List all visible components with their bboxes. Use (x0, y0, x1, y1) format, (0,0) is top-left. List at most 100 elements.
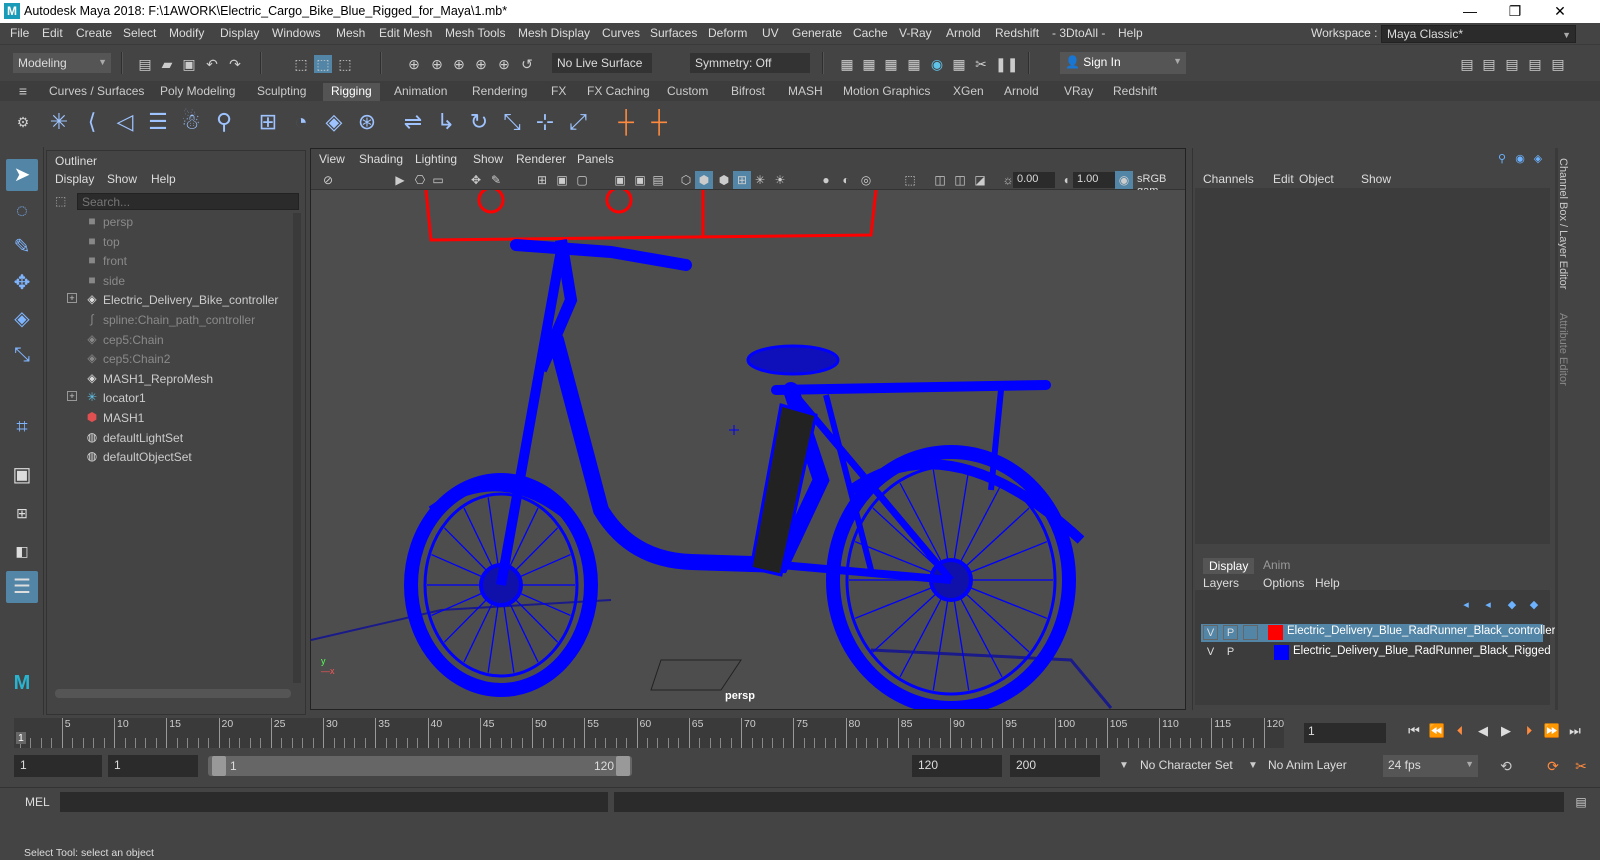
viewport-menu-renderer[interactable]: Renderer (516, 152, 566, 166)
outliner-item[interactable]: ■ persp (47, 213, 287, 232)
outliner-hscrollbar[interactable] (55, 689, 291, 698)
tab-bifrost[interactable]: Bifrost (731, 83, 765, 101)
viewport-menu-shading[interactable]: Shading (359, 152, 403, 166)
tab-mash[interactable]: MASH (788, 83, 823, 101)
viewport-menu-lighting[interactable]: Lighting (415, 152, 457, 166)
layer-editor-toggle-icon[interactable]: ▤ (1549, 55, 1567, 73)
outliner-layout-icon[interactable]: ☰ (6, 571, 38, 603)
menu-help[interactable]: Help (1118, 26, 1143, 40)
paint-select-tool-icon[interactable]: ✎ (6, 231, 38, 263)
panel-splitter[interactable] (1555, 148, 1558, 710)
render-frame-icon[interactable]: ▦ (860, 55, 878, 73)
outliner-item[interactable]: ■ front (47, 252, 287, 271)
range-bar[interactable]: 1 120 (208, 756, 632, 776)
layer-row[interactable]: V P Electric_Delivery_Blue_RadRunner_Bla… (1201, 644, 1551, 662)
new-layer-selected-icon[interactable]: ◆ (1525, 596, 1543, 614)
tab-fx-caching[interactable]: FX Caching (587, 83, 650, 101)
color-management-icon[interactable]: ◉ (1115, 171, 1133, 189)
outliner-item[interactable]: ◍ defaultLightSet (47, 429, 287, 448)
snap-pivot-icon[interactable]: ↺ (518, 55, 536, 73)
menu-modify[interactable]: Modify (169, 26, 204, 40)
safe-title-icon[interactable]: ▣ (631, 171, 649, 189)
blend-shape-icon[interactable]: ◔ (286, 107, 316, 137)
outliner-item[interactable]: ◈ MASH1_ReproMesh (47, 370, 287, 389)
layer-visibility-toggle[interactable]: V (1203, 645, 1218, 660)
tool-settings-icon[interactable]: ◈ (1529, 150, 1547, 168)
layer-color-swatch[interactable] (1268, 625, 1283, 640)
snap-surface-icon[interactable]: ⊕ (495, 55, 513, 73)
grease-pencil-icon[interactable]: ✎ (487, 171, 505, 189)
playback-end-field[interactable]: 120 (912, 755, 1002, 777)
xray-joints-icon[interactable]: ◫ (951, 171, 969, 189)
menu-file[interactable]: File (10, 26, 29, 40)
outliner-item[interactable]: ⬢ MASH1 (47, 409, 287, 428)
script-editor-icon[interactable]: ▤ (1572, 793, 1590, 811)
resolution-gate-icon[interactable]: ▢ (573, 171, 591, 189)
symmetry-dropdown[interactable]: Symmetry: Off (690, 53, 810, 73)
tool-settings-toggle-icon[interactable]: ▤ (1503, 55, 1521, 73)
wireframe-on-shaded-icon[interactable]: ⬢ (715, 171, 733, 189)
snap-curve-icon[interactable]: ⊕ (428, 55, 446, 73)
menu-mesh-display[interactable]: Mesh Display (518, 26, 590, 40)
wireframe-icon[interactable]: ⬡ (677, 171, 695, 189)
exposure-field[interactable]: 0.00 (1013, 172, 1055, 188)
move-layer-down-icon[interactable]: ◂ (1479, 596, 1497, 614)
tab-curves-surfaces[interactable]: Curves / Surfaces (49, 83, 144, 101)
outliner-menu-help[interactable]: Help (151, 172, 176, 186)
four-view-layout-icon[interactable]: ⊞ (6, 497, 38, 529)
hypershade-icon[interactable]: ◉ (928, 55, 946, 73)
field-chart-icon[interactable]: ▤ (649, 171, 667, 189)
channel-box-toggle-icon[interactable]: ▤ (1526, 55, 1544, 73)
open-scene-icon[interactable]: ▰ (158, 55, 176, 73)
expand-icon[interactable]: + (67, 293, 77, 304)
tab-motion-graphics[interactable]: Motion Graphics (843, 83, 930, 101)
layer-color-swatch[interactable] (1274, 645, 1289, 660)
command-input[interactable] (60, 792, 608, 812)
menu-vray[interactable]: V-Ray (899, 26, 932, 40)
tab-display[interactable]: Display (1203, 558, 1255, 574)
grid-icon[interactable]: ⊞ (533, 171, 551, 189)
step-forward-key-icon[interactable]: ⏩ (1543, 722, 1561, 740)
snap-point-icon[interactable]: ⊕ (450, 55, 468, 73)
layer-row[interactable]: V P Electric_Delivery_Blue_RadRunner_Bla… (1201, 624, 1561, 642)
film-gate-icon[interactable]: ▣ (553, 171, 571, 189)
ipr-render-icon[interactable]: ▦ (882, 55, 900, 73)
single-perspective-layout-icon[interactable]: ▣ (6, 459, 38, 491)
step-back-frame-icon[interactable]: ⏴ (1451, 722, 1469, 740)
menu-surfaces[interactable]: Surfaces (650, 26, 697, 40)
loop-icon[interactable]: ⟲ (1497, 757, 1515, 775)
layer-playback-toggle[interactable]: P (1223, 625, 1238, 640)
step-back-key-icon[interactable]: ⏪ (1428, 722, 1446, 740)
outliner-item[interactable]: ◈ cep5:Chain (47, 331, 287, 350)
go-to-end-icon[interactable]: ⏭ (1566, 722, 1584, 740)
view-transform-field[interactable]: sRGB gam (1133, 172, 1185, 197)
isolate-select-icon[interactable]: ⬚ (901, 171, 919, 189)
outliner-scrollbar[interactable] (293, 213, 301, 683)
gamma-field[interactable]: 1.00 (1073, 172, 1115, 188)
set-key-icon[interactable]: ┼ (611, 107, 641, 137)
expand-icon[interactable]: + (67, 391, 77, 402)
minimize-button[interactable]: — (1455, 2, 1485, 20)
select-component-icon[interactable]: ⬚ (336, 55, 354, 73)
menuset-dropdown[interactable]: Modeling ▼ (13, 53, 111, 73)
layer-visibility-toggle[interactable]: V (1203, 625, 1218, 640)
ambient-occlusion-icon[interactable]: ● (817, 171, 835, 189)
move-layer-up-icon[interactable]: ◂ (1457, 596, 1475, 614)
layer-type-toggle[interactable] (1243, 625, 1258, 640)
channels-menu[interactable]: Channels (1203, 172, 1254, 186)
anim-layer-field[interactable]: No Anim Layer (1262, 755, 1372, 777)
save-scene-icon[interactable]: ▣ (180, 55, 198, 73)
quick-rig-icon[interactable]: ⚲ (209, 107, 239, 137)
live-surface-field[interactable]: No Live Surface (552, 53, 652, 73)
menu-windows[interactable]: Windows (272, 26, 321, 40)
search-input[interactable] (77, 193, 299, 210)
range-start-handle[interactable] (212, 756, 226, 776)
outliner-item[interactable]: ■ top (47, 233, 287, 252)
ik-handle-icon[interactable]: ⟨ (77, 107, 107, 137)
outliner-item[interactable]: ◍ defaultObjectSet (47, 448, 287, 467)
tab-poly-modeling[interactable]: Poly Modeling (160, 83, 235, 101)
render-view-icon[interactable]: ▦ (838, 55, 856, 73)
textured-icon[interactable]: ⊞ (733, 171, 751, 189)
orient-constraint-icon[interactable]: ↻ (464, 107, 494, 137)
animation-end-field[interactable]: 200 (1010, 755, 1100, 777)
